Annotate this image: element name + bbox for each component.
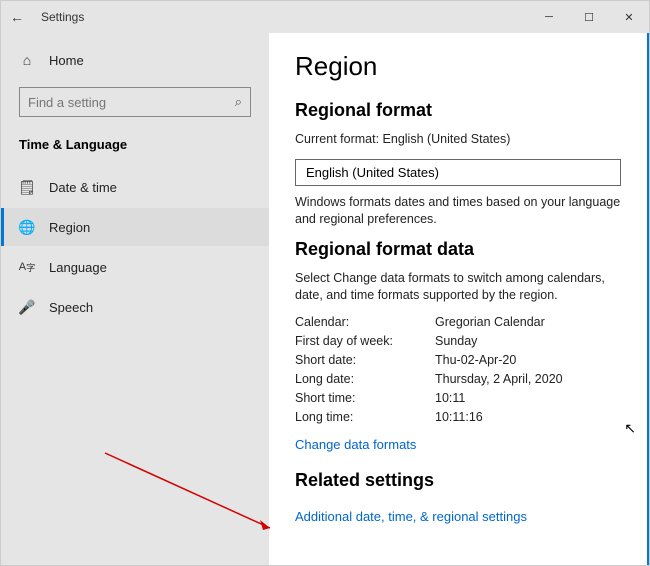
format-data-table: Calendar:Gregorian Calendar First day of…	[295, 315, 621, 424]
home-nav[interactable]: ⌂ Home	[1, 41, 269, 79]
related-settings-heading: Related settings	[295, 470, 621, 491]
regional-format-heading: Regional format	[295, 100, 621, 121]
sidebar-section-title: Time & Language	[1, 131, 269, 164]
sidebar: ⌂ Home ⌕ Time & Language 🗒 Date & time 🌐…	[1, 33, 269, 565]
back-button[interactable]: ←	[1, 9, 33, 25]
table-row: Short time:10:11	[295, 391, 621, 405]
language-icon: A字	[19, 259, 35, 275]
additional-settings-link[interactable]: Additional date, time, & regional settin…	[295, 509, 527, 524]
format-description: Windows formats dates and times based on…	[295, 194, 621, 229]
current-format-label: Current format: English (United States)	[295, 131, 621, 149]
table-row: First day of week:Sunday	[295, 334, 621, 348]
search-icon: ⌕	[235, 94, 242, 110]
format-dropdown[interactable]: English (United States)	[295, 159, 621, 186]
regional-format-data-heading: Regional format data	[295, 239, 621, 260]
dropdown-value: English (United States)	[306, 165, 439, 180]
maximize-button[interactable]: ☐	[569, 1, 609, 33]
content-pane: Region Regional format Current format: E…	[269, 33, 649, 565]
close-button[interactable]: ✕	[609, 1, 649, 33]
sidebar-item-label: Date & time	[49, 180, 117, 195]
globe-icon: 🌐	[19, 219, 35, 235]
table-row: Calendar:Gregorian Calendar	[295, 315, 621, 329]
title-bar: ← Settings ─ ☐ ✕	[1, 1, 649, 33]
minimize-button[interactable]: ─	[529, 1, 569, 33]
sidebar-item-language[interactable]: A字 Language	[1, 248, 269, 286]
page-title: Region	[295, 51, 621, 82]
table-row: Long time:10:11:16	[295, 410, 621, 424]
sidebar-item-region[interactable]: 🌐 Region	[1, 208, 269, 246]
search-input[interactable]: ⌕	[19, 87, 251, 117]
sidebar-item-label: Language	[49, 260, 107, 275]
format-data-description: Select Change data formats to switch amo…	[295, 270, 621, 305]
search-field[interactable]	[28, 95, 235, 110]
table-row: Long date:Thursday, 2 April, 2020	[295, 372, 621, 386]
sidebar-item-date-time[interactable]: 🗒 Date & time	[1, 168, 269, 206]
sidebar-item-speech[interactable]: 🎤 Speech	[1, 288, 269, 326]
sidebar-item-label: Speech	[49, 300, 93, 315]
table-row: Short date:Thu-02-Apr-20	[295, 353, 621, 367]
home-label: Home	[49, 53, 84, 68]
calendar-icon: 🗒	[19, 179, 35, 195]
window-title: Settings	[33, 10, 84, 24]
microphone-icon: 🎤	[19, 299, 35, 315]
sidebar-item-label: Region	[49, 220, 90, 235]
home-icon: ⌂	[19, 52, 35, 68]
change-data-formats-link[interactable]: Change data formats	[295, 437, 416, 452]
